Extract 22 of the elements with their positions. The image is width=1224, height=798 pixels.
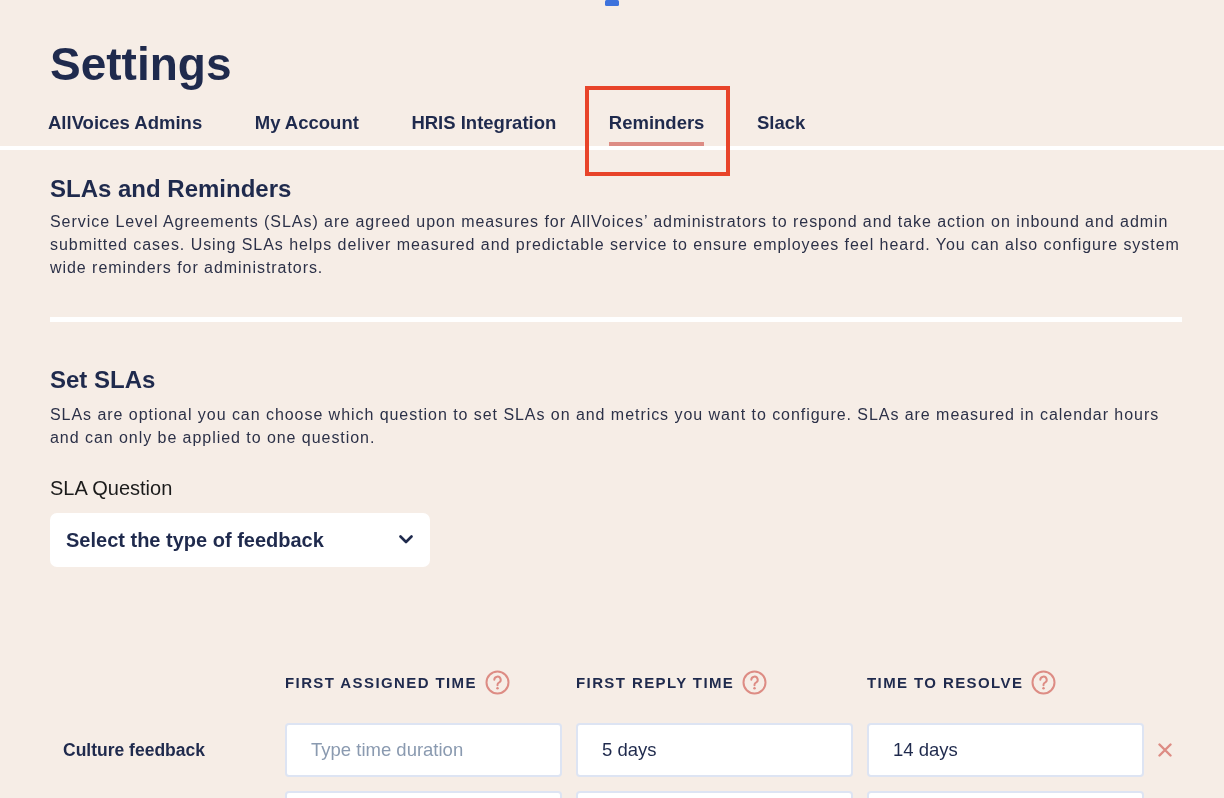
tab[interactable]: HRIS Integration: [411, 112, 557, 146]
column-header: FIRST ASSIGNED TIME: [285, 672, 477, 693]
remove-button[interactable]: [1158, 742, 1172, 757]
column-header: TIME TO RESOLVE: [867, 672, 1024, 693]
feedback-type-select[interactable]: Select the type of feedback: [50, 512, 430, 567]
tab[interactable]: Slack: [756, 112, 806, 146]
tab[interactable]: AllVoices Admins: [48, 112, 203, 146]
time-duration-field[interactable]: 14 days: [867, 722, 1144, 777]
tab[interactable]: Reminders: [608, 112, 705, 146]
chevron-down-icon: [399, 535, 413, 545]
section-description: SLAs are optional you can choose which question to set SLAs on and metrics you want to configure. SLAs are measured in calendar hours and can only be applied to one question.: [50, 405, 1161, 449]
time-duration-field[interactable]: 5 days: [576, 722, 853, 777]
field-label: SLA Question: [50, 475, 174, 500]
row-label: Culture feedback: [62, 739, 205, 760]
section-description: Service Level Agreements (SLAs) are agreed upon measures for AllVoices’ administrators to respond and take action on inbound and admin submitted cases. Using SLAs helps deliver measured and predictable service to ensure employees feel heard. You can also configure system wide reminders for administrators.: [50, 212, 1181, 279]
section-heading: Set SLAs: [50, 366, 157, 396]
column-header: FIRST REPLY TIME: [576, 672, 735, 693]
section-heading: SLAs and Reminders: [50, 174, 293, 204]
tab[interactable]: My Account: [254, 112, 359, 146]
close-icon: [1158, 742, 1172, 757]
marker-icon: [605, 0, 619, 6]
time-duration-field[interactable]: Type time duration: [285, 722, 562, 777]
